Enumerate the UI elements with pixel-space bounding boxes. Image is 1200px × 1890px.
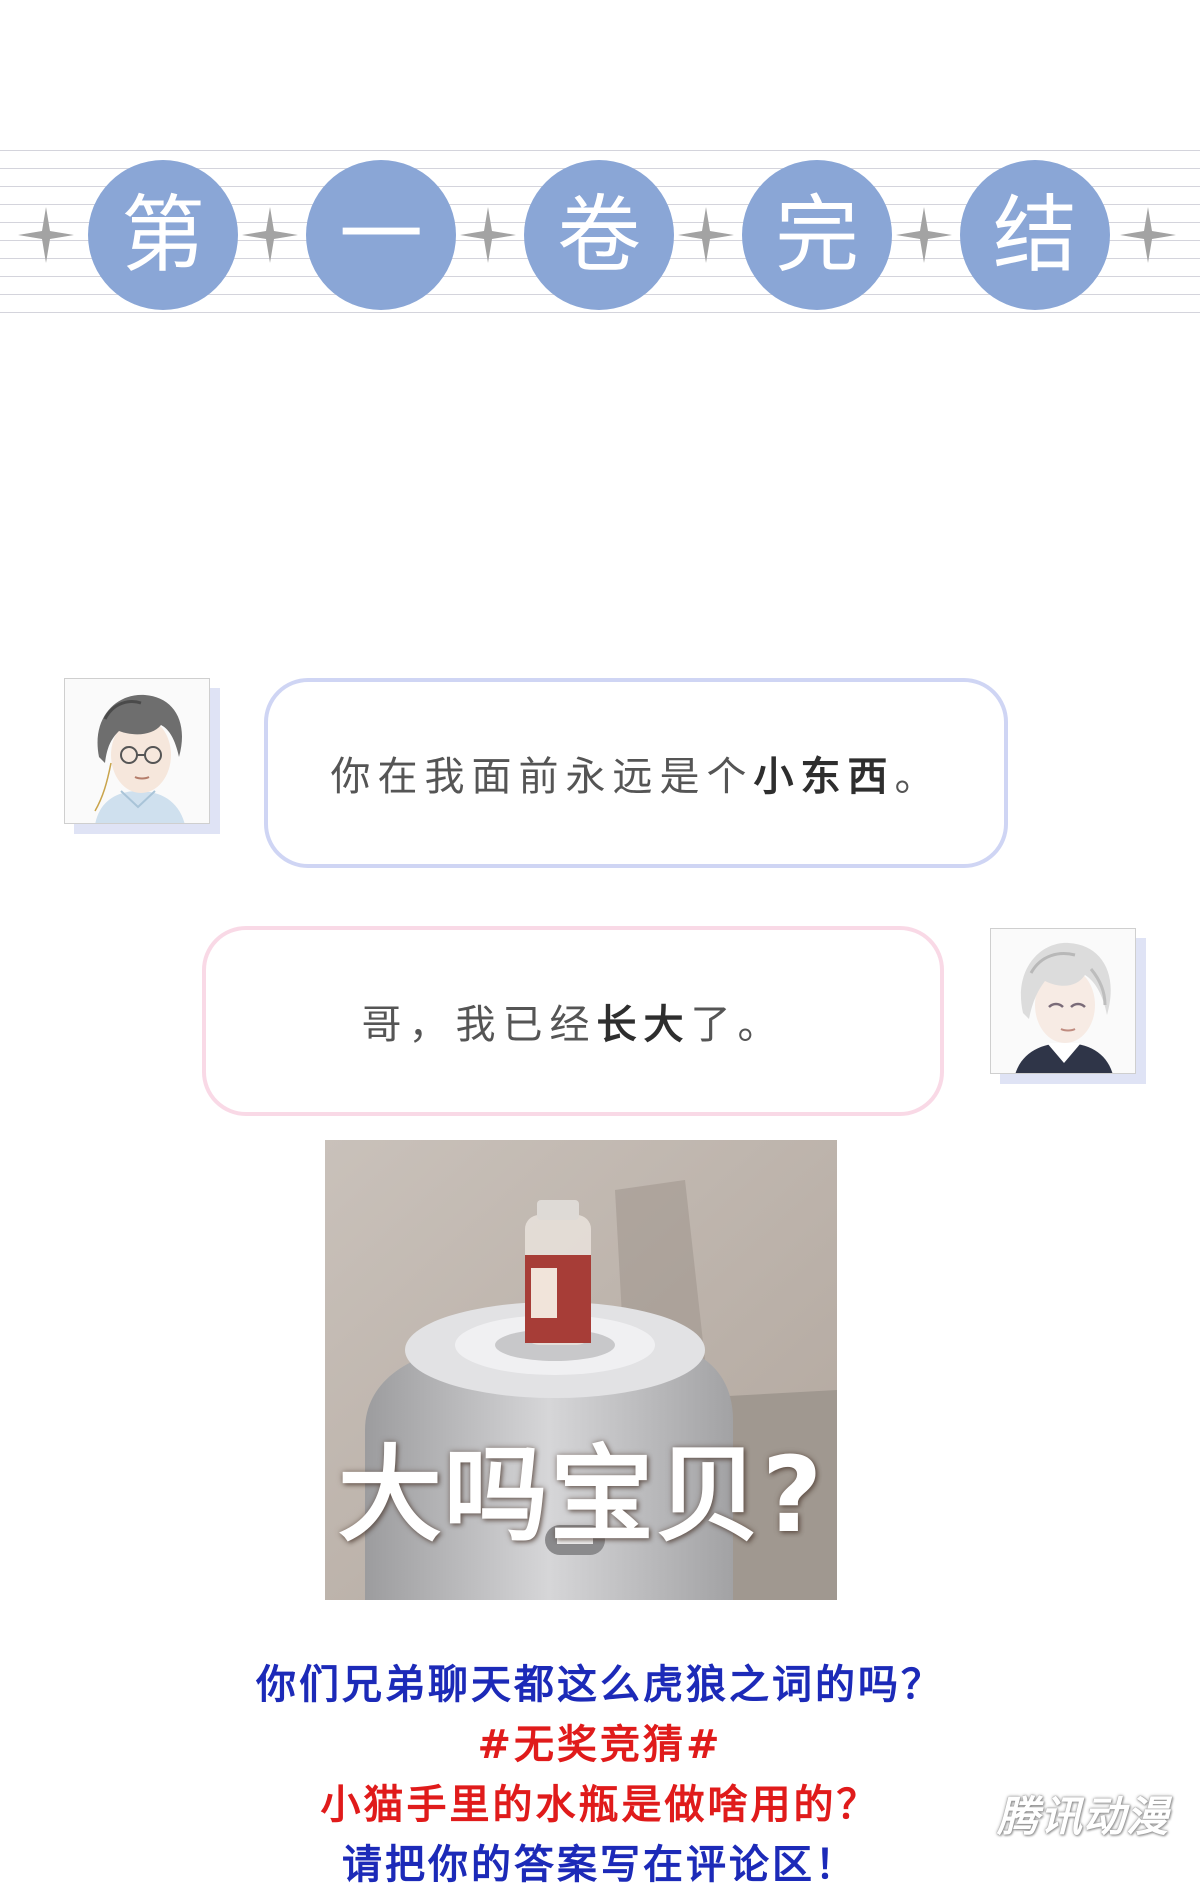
banner-char: 完	[742, 160, 892, 310]
sparkle-icon	[460, 207, 516, 263]
sparkle-icon	[896, 207, 952, 263]
elder-brother-portrait	[65, 679, 209, 823]
dialogue-text: 你在我面前永远是个小东西。	[330, 754, 942, 800]
banner-char: 卷	[524, 160, 674, 310]
emphasis-text: 小东西	[753, 754, 895, 800]
banner-rule	[0, 150, 1200, 151]
meme-photo: 大吗宝贝?	[325, 1140, 837, 1600]
sparkle-icon	[18, 207, 74, 263]
sparkle-icon	[678, 207, 734, 263]
author-note-hashtag: #无奖竞猜#	[477, 1722, 723, 1768]
speech-bubble: 你在我面前永远是个小东西。	[264, 678, 1008, 868]
dialogue-text: 哥，我已经长大了。	[361, 1002, 785, 1048]
emphasis-text: 长大	[596, 1002, 691, 1048]
volume-end-banner: 第 一 卷 完 结	[0, 150, 1200, 320]
banner-char: 一	[306, 160, 456, 310]
avatar	[990, 928, 1136, 1074]
meme-caption: 大吗宝贝?	[337, 1434, 825, 1556]
sparkle-icon	[242, 207, 298, 263]
avatar-elder-brother	[64, 678, 220, 834]
younger-brother-portrait	[991, 929, 1135, 1073]
speech-bubble: 哥，我已经长大了。	[202, 926, 944, 1116]
banner-rule	[0, 312, 1200, 313]
sparkle-icon	[1120, 207, 1176, 263]
banner-char: 第	[88, 160, 238, 310]
avatar	[64, 678, 210, 824]
banner-char: 结	[960, 160, 1110, 310]
avatar-younger-brother	[990, 928, 1146, 1084]
author-note-question: 你们兄弟聊天都这么虎狼之词的吗？	[256, 1662, 944, 1708]
tencent-comic-watermark: 腾讯动漫	[996, 1792, 1169, 1841]
